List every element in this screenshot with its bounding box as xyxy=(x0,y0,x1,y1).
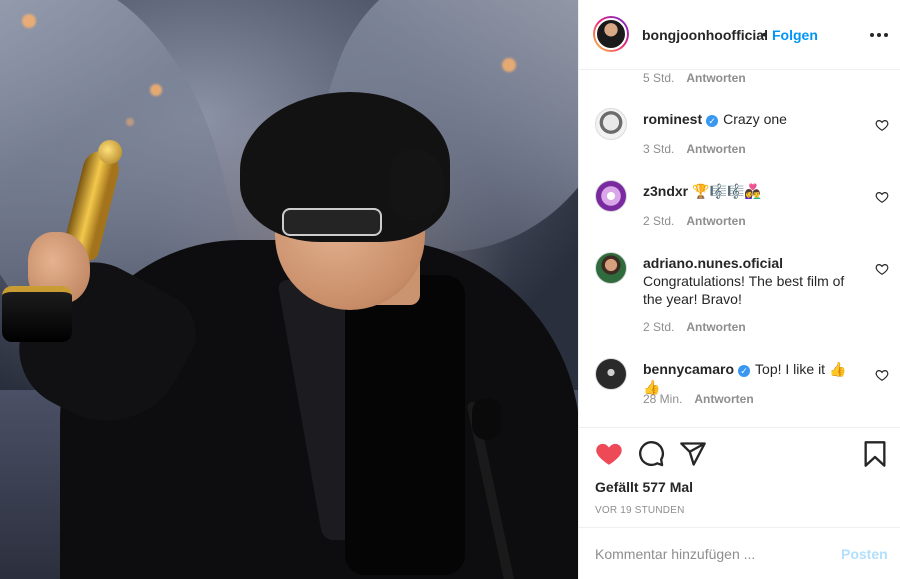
comment-meta: 28 Min. Antworten xyxy=(643,392,754,406)
person-hair-side xyxy=(390,150,445,220)
person-shirt xyxy=(345,275,465,575)
heart-filled-icon[interactable] xyxy=(595,440,623,468)
post-actions: Gefällt 577 Mal VOR 19 STUNDEN xyxy=(579,427,900,527)
commenter-avatar[interactable] xyxy=(595,358,627,390)
commenter-username[interactable]: z3ndxr xyxy=(643,183,688,199)
reply-button[interactable]: Antworten xyxy=(686,214,745,228)
comment-text: Crazy one xyxy=(723,111,787,127)
comment-like-icon[interactable] xyxy=(875,118,889,132)
comment-time: 2 Std. xyxy=(643,320,675,334)
stage-light xyxy=(502,58,516,72)
comment-time: 3 Std. xyxy=(643,142,675,156)
header-separator: • xyxy=(762,26,767,42)
glasses xyxy=(282,208,382,236)
comment-body: adriano.nunes.oficial Congratulations! Th… xyxy=(643,254,863,308)
microphone xyxy=(472,398,502,440)
share-icon[interactable] xyxy=(679,440,707,468)
reply-button[interactable]: Antworten xyxy=(686,320,745,334)
post-header: bongjoonhoofficial • Folgen xyxy=(579,0,900,70)
post-timestamp: VOR 19 STUNDEN xyxy=(595,505,685,516)
comment-time: 28 Min. xyxy=(643,392,683,406)
commenter-username[interactable]: adriano.nunes.oficial xyxy=(643,255,783,271)
comment-body: rominest ✓ Crazy one xyxy=(643,110,863,128)
post-comment-button[interactable]: Posten xyxy=(841,546,888,562)
comments-list[interactable]: 5 Std. Antworten rominest ✓ Crazy one 3 Std… xyxy=(579,70,900,426)
comment-body: z3ndxr 🏆🎼🎼👩‍❤️‍👨 xyxy=(643,182,863,200)
comment-meta: 3 Std. Antworten xyxy=(643,142,746,156)
comment-time: 2 Std. xyxy=(643,214,675,228)
stage-light xyxy=(126,118,134,126)
comment-meta: 5 Std. Antworten xyxy=(643,71,746,85)
post-sidebar: bongjoonhoofficial • Folgen 5 Std. Antwor… xyxy=(578,0,900,579)
likes-count[interactable]: Gefällt 577 Mal xyxy=(595,479,693,495)
post-image[interactable] xyxy=(0,0,578,579)
reply-button[interactable]: Antworten xyxy=(686,71,745,85)
reply-button[interactable]: Antworten xyxy=(694,392,753,406)
more-dot xyxy=(877,33,881,37)
commenter-avatar[interactable] xyxy=(595,180,627,212)
commenter-avatar[interactable] xyxy=(595,252,627,284)
commenter-username[interactable]: bennycamaro xyxy=(643,361,734,377)
comment-body: bennycamaro ✓ Top! I like it 👍👍 xyxy=(643,360,863,396)
add-comment-bar: Posten xyxy=(579,527,900,579)
author-avatar[interactable] xyxy=(593,16,629,52)
comment-input[interactable] xyxy=(595,544,825,564)
commenter-username[interactable]: rominest xyxy=(643,111,702,127)
author-avatar-image xyxy=(595,18,627,50)
stage-light xyxy=(22,14,36,28)
follow-button[interactable]: Folgen xyxy=(772,27,818,43)
comment-like-icon[interactable] xyxy=(875,190,889,204)
more-dot xyxy=(870,33,874,37)
reply-button[interactable]: Antworten xyxy=(686,142,745,156)
comment-like-icon[interactable] xyxy=(875,262,889,276)
comment-icon[interactable] xyxy=(637,440,665,468)
oscar-statuette-base xyxy=(2,286,72,342)
comment-text: Congratulations! The best film of the ye… xyxy=(643,273,845,307)
oscar-statuette-head xyxy=(98,140,122,164)
bookmark-icon[interactable] xyxy=(861,440,889,468)
author-username[interactable]: bongjoonhoofficial xyxy=(642,27,768,43)
comment-meta: 2 Std. Antworten xyxy=(643,214,746,228)
comment-time: 5 Std. xyxy=(643,71,675,85)
more-dot xyxy=(884,33,888,37)
comment-meta: 2 Std. Antworten xyxy=(643,320,746,334)
more-options-icon[interactable] xyxy=(869,26,889,42)
commenter-avatar[interactable] xyxy=(595,108,627,140)
stage-light xyxy=(150,84,162,96)
verified-badge-icon: ✓ xyxy=(738,365,751,377)
comment-like-icon[interactable] xyxy=(875,368,889,382)
verified-badge-icon: ✓ xyxy=(706,115,719,127)
comment-text: 🏆🎼🎼👩‍❤️‍👨 xyxy=(692,183,762,199)
